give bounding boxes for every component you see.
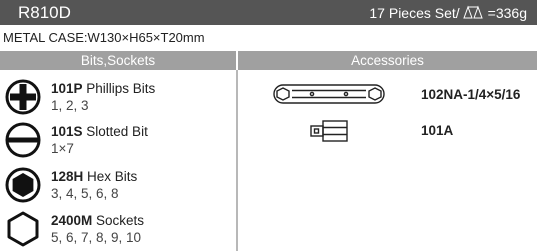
bit-item-hex: 128H Hex Bits 3, 4, 5, 6, 8 bbox=[0, 162, 236, 207]
bit-text: 2400M Sockets 5, 6, 7, 8, 9, 10 bbox=[51, 212, 144, 246]
header-bar: R810D 17 Pieces Set/ =336g bbox=[0, 0, 537, 25]
bit-item-slotted: 101S Slotted Bit 1×7 bbox=[0, 117, 236, 162]
scale-icon bbox=[461, 5, 487, 20]
slotted-icon bbox=[5, 122, 41, 158]
bit-name: Hex Bits bbox=[83, 169, 138, 184]
hex-bit-icon bbox=[5, 167, 41, 203]
bit-text: 128H Hex Bits 3, 4, 5, 6, 8 bbox=[51, 168, 137, 202]
bit-item-socket: 2400M Sockets 5, 6, 7, 8, 9, 10 bbox=[0, 206, 236, 251]
bit-sizes: 1, 2, 3 bbox=[51, 98, 89, 113]
phillips-icon bbox=[5, 79, 41, 115]
bit-sizes: 3, 4, 5, 6, 8 bbox=[51, 186, 119, 201]
bits-sockets-header: Bits,Sockets bbox=[0, 51, 236, 70]
wrench-icon bbox=[272, 83, 386, 110]
model-number: R810D bbox=[18, 2, 71, 22]
accessories-header: Accessories bbox=[238, 51, 537, 70]
bit-code: 101P bbox=[51, 81, 83, 96]
bit-item-phillips: 101P Phillips Bits 1, 2, 3 bbox=[0, 74, 236, 119]
bit-text: 101P Phillips Bits 1, 2, 3 bbox=[51, 80, 155, 114]
weight-value: =336g bbox=[487, 4, 527, 21]
bit-sizes: 1×7 bbox=[51, 141, 74, 156]
bit-code: 128H bbox=[51, 169, 84, 184]
bit-code: 2400M bbox=[51, 213, 93, 228]
bit-name: Sockets bbox=[92, 213, 145, 228]
bit-code: 101S bbox=[51, 124, 83, 139]
bit-name: Phillips Bits bbox=[82, 81, 156, 96]
bit-name: Slotted Bit bbox=[82, 124, 148, 139]
accessory-code: 101A bbox=[421, 123, 454, 138]
bit-text: 101S Slotted Bit 1×7 bbox=[51, 123, 148, 157]
accessory-item-adapter: 101A bbox=[238, 117, 537, 147]
adapter-icon bbox=[310, 120, 350, 147]
set-info: 17 Pieces Set/ =336g bbox=[369, 5, 527, 21]
accessory-item-wrench: 102NA-1/4×5/16 bbox=[238, 81, 537, 111]
socket-icon bbox=[5, 211, 41, 247]
case-dimensions: METAL CASE:W130×H65×T20mm bbox=[3, 30, 205, 45]
accessory-code: 102NA-1/4×5/16 bbox=[421, 87, 521, 102]
pieces-count: 17 Pieces Set/ bbox=[369, 4, 460, 21]
bit-sizes: 5, 6, 7, 8, 9, 10 bbox=[51, 230, 142, 245]
